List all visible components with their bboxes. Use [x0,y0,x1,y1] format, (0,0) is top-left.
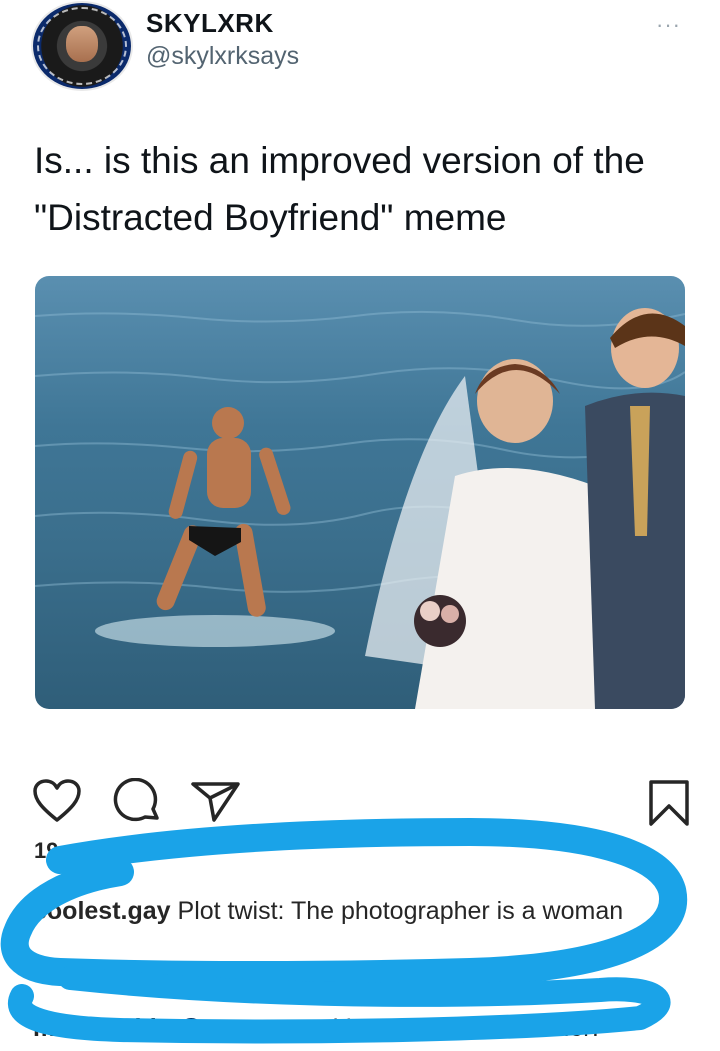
photo-illustration [35,308,685,709]
tweet-text: Is... is this an improved version of the… [34,140,645,238]
comment-username[interactable]: miamafalda [33,1014,171,1042]
comment-username[interactable]: coolest.gay [33,897,171,925]
comment-item: coolest.gay Plot twist: The photographer… [33,894,643,928]
comment-icon[interactable] [112,778,162,824]
heart-icon[interactable] [32,778,82,824]
swimmer [156,407,291,617]
avatar-face [66,26,98,62]
display-name[interactable]: SKYLXRK [146,8,274,39]
avatar[interactable] [33,3,131,89]
bookmark-icon[interactable] [647,778,691,828]
post-photo[interactable] [35,276,685,709]
comment-item: miamafalda @scenemeat It’s not a headcan… [33,1014,603,1043]
comment-mention[interactable]: @scenemeat [178,1014,326,1042]
like-count[interactable]: 19 [34,838,58,864]
more-icon[interactable]: ··· [656,12,681,38]
view-all-comments-link[interactable]: comments [205,978,306,1004]
comment-text: Plot twist: The photographer is a woman [177,897,624,925]
user-handle[interactable]: @skylxrksays [146,42,299,71]
comment-text: It’s not a headcanon lol? [332,1014,603,1042]
share-icon[interactable] [190,780,242,824]
